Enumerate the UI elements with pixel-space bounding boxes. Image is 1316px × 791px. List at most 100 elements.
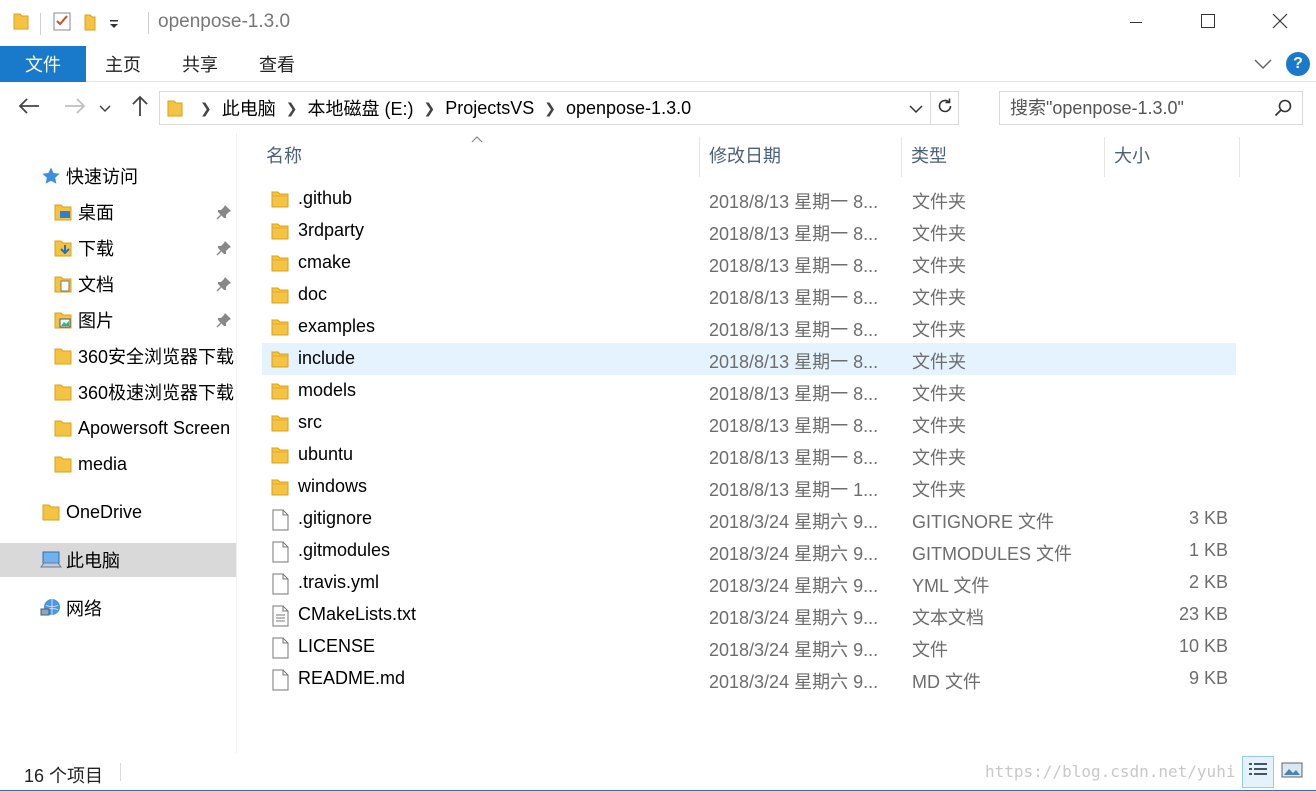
- column-header-type[interactable]: 类型: [911, 133, 1101, 177]
- pane-divider[interactable]: [236, 133, 237, 755]
- chevron-down-icon: [909, 98, 923, 119]
- file-name: ubuntu: [298, 444, 354, 464]
- folder-icon: [270, 477, 290, 497]
- column-header-size[interactable]: 大小: [1114, 133, 1234, 177]
- column-divider[interactable]: [901, 137, 902, 177]
- file-name: 3rdparty: [298, 220, 365, 240]
- breadcrumb-separator-icon[interactable]: ❯: [423, 100, 435, 117]
- text-document-icon: [270, 605, 290, 627]
- file-icon: [270, 541, 290, 563]
- nav-item-360-secure-downloads[interactable]: 360安全浏览器下载: [0, 339, 236, 373]
- file-row[interactable]: 3rdparty 2018/8/13 星期一 8... 文件夹: [262, 215, 1236, 247]
- refresh-button[interactable]: [930, 92, 958, 124]
- file-date: 2018/3/24 星期六 9...: [709, 672, 879, 692]
- nav-item-desktop[interactable]: 桌面: [0, 195, 236, 229]
- up-button[interactable]: [127, 95, 153, 121]
- file-row[interactable]: LICENSE 2018/3/24 星期六 9... 文件 10 KB: [262, 631, 1236, 663]
- help-button[interactable]: ?: [1286, 52, 1310, 76]
- file-type: 文件夹: [912, 480, 966, 500]
- pin-icon[interactable]: [216, 240, 232, 261]
- folder-icon: [52, 381, 74, 403]
- nav-item-media[interactable]: media: [0, 447, 236, 481]
- file-row[interactable]: .gitignore 2018/3/24 星期六 9... GITIGNORE 文件…: [262, 503, 1236, 535]
- breadcrumb-drive-e[interactable]: 本地磁盘 (E:): [307, 95, 413, 121]
- customize-dropdown-icon[interactable]: [107, 11, 121, 36]
- navigation-pane: 快速访问 桌面 下载 文档 图片 360安全浏览器下载 360极速浏览器下载 A…: [0, 133, 236, 753]
- file-row[interactable]: models 2018/8/13 星期一 8... 文件夹: [262, 375, 1236, 407]
- nav-quick-access[interactable]: 快速访问: [0, 159, 236, 193]
- maximize-button[interactable]: [1172, 0, 1244, 46]
- file-date: 2018/8/13 星期一 8...: [709, 192, 879, 212]
- breadcrumb-this-pc[interactable]: 此电脑: [222, 95, 276, 121]
- file-row[interactable]: README.md 2018/3/24 星期六 9... MD 文件 9 KB: [262, 663, 1236, 695]
- file-row[interactable]: cmake 2018/8/13 星期一 8... 文件夹: [262, 247, 1236, 279]
- breadcrumb-projectsvs[interactable]: ProjectsVS: [445, 98, 534, 119]
- column-header-date[interactable]: 修改日期: [709, 133, 899, 177]
- tab-file[interactable]: 文件: [0, 46, 86, 82]
- file-row[interactable]: windows 2018/8/13 星期一 1... 文件夹: [262, 471, 1236, 503]
- file-name: CMakeLists.txt: [298, 604, 417, 624]
- pin-icon[interactable]: [216, 204, 232, 225]
- file-type: 文件夹: [912, 224, 966, 244]
- expand-ribbon-chevron-icon[interactable]: [1254, 54, 1272, 75]
- recent-locations-button[interactable]: [96, 95, 114, 121]
- file-row[interactable]: doc 2018/8/13 星期一 8... 文件夹: [262, 279, 1236, 311]
- tab-home[interactable]: 主页: [94, 46, 152, 82]
- file-type: 文件夹: [912, 320, 966, 340]
- details-view-button[interactable]: [1242, 756, 1274, 788]
- address-bar[interactable]: ❯ 此电脑 ❯ 本地磁盘 (E:) ❯ ProjectsVS ❯ openpos…: [159, 91, 959, 125]
- large-icons-view-button[interactable]: [1276, 756, 1308, 788]
- nav-item-360-speed-downloads[interactable]: 360极速浏览器下载: [0, 375, 236, 409]
- window-controls: [1100, 0, 1316, 46]
- tab-share[interactable]: 共享: [171, 46, 229, 82]
- file-type: YML 文件: [912, 576, 990, 596]
- search-input[interactable]: [1010, 97, 1270, 119]
- tab-view[interactable]: 查看: [248, 46, 306, 82]
- file-row[interactable]: .travis.yml 2018/3/24 星期六 9... YML 文件 2 KB: [262, 567, 1236, 599]
- forward-button[interactable]: [62, 95, 88, 121]
- search-box[interactable]: [999, 91, 1303, 125]
- nav-onedrive[interactable]: OneDrive: [0, 495, 236, 529]
- file-date: 2018/8/13 星期一 8...: [709, 256, 879, 276]
- file-row[interactable]: examples 2018/8/13 星期一 8... 文件夹: [262, 311, 1236, 343]
- nav-item-downloads[interactable]: 下载: [0, 231, 236, 265]
- file-row[interactable]: .gitmodules 2018/3/24 星期六 9... GITMODULES …: [262, 535, 1236, 567]
- nav-item-pictures[interactable]: 图片: [0, 303, 236, 337]
- file-row[interactable]: src 2018/8/13 星期一 8... 文件夹: [262, 407, 1236, 439]
- nav-item-documents[interactable]: 文档: [0, 267, 236, 301]
- file-date: 2018/8/13 星期一 8...: [709, 288, 879, 308]
- file-row[interactable]: CMakeLists.txt 2018/3/24 星期六 9... 文本文档 23 K…: [262, 599, 1236, 631]
- address-history-dropdown[interactable]: [902, 92, 930, 124]
- file-row[interactable]: ubuntu 2018/8/13 星期一 8... 文件夹: [262, 439, 1236, 471]
- file-icon: [270, 509, 290, 531]
- column-header-name[interactable]: 名称: [266, 133, 696, 177]
- folder-icon[interactable]: [12, 11, 30, 36]
- nav-item-apowersoft[interactable]: Apowersoft Screen: [0, 411, 236, 445]
- breadcrumb-separator-icon[interactable]: ❯: [544, 100, 556, 117]
- title-bar: openpose-1.3.0: [0, 0, 1316, 46]
- file-row[interactable]: include 2018/8/13 星期一 8... 文件夹: [262, 343, 1236, 375]
- back-button[interactable]: [16, 95, 42, 121]
- column-divider[interactable]: [1239, 137, 1240, 177]
- new-folder-icon[interactable]: [79, 10, 101, 37]
- search-icon[interactable]: [1274, 99, 1292, 122]
- breadcrumb-separator-icon[interactable]: ❯: [200, 100, 212, 117]
- column-divider[interactable]: [699, 137, 700, 177]
- file-row[interactable]: .github 2018/8/13 星期一 8... 文件夹: [262, 183, 1236, 215]
- breadcrumb-openpose[interactable]: openpose-1.3.0: [566, 98, 691, 119]
- nav-label: 此电脑: [66, 551, 120, 571]
- nav-label: 下载: [78, 239, 114, 259]
- nav-this-pc[interactable]: 此电脑: [0, 543, 236, 577]
- minimize-button[interactable]: [1100, 0, 1172, 46]
- refresh-icon: [936, 97, 954, 120]
- properties-check-icon[interactable]: [51, 10, 73, 37]
- close-button[interactable]: [1244, 0, 1316, 46]
- column-divider[interactable]: [1104, 137, 1105, 177]
- pin-icon[interactable]: [216, 276, 232, 297]
- file-name: LICENSE: [298, 636, 376, 656]
- nav-network[interactable]: 网络: [0, 591, 236, 625]
- file-type: 文件夹: [912, 192, 966, 212]
- pin-icon[interactable]: [216, 312, 232, 333]
- title-divider: [148, 12, 149, 34]
- breadcrumb-separator-icon[interactable]: ❯: [286, 100, 298, 117]
